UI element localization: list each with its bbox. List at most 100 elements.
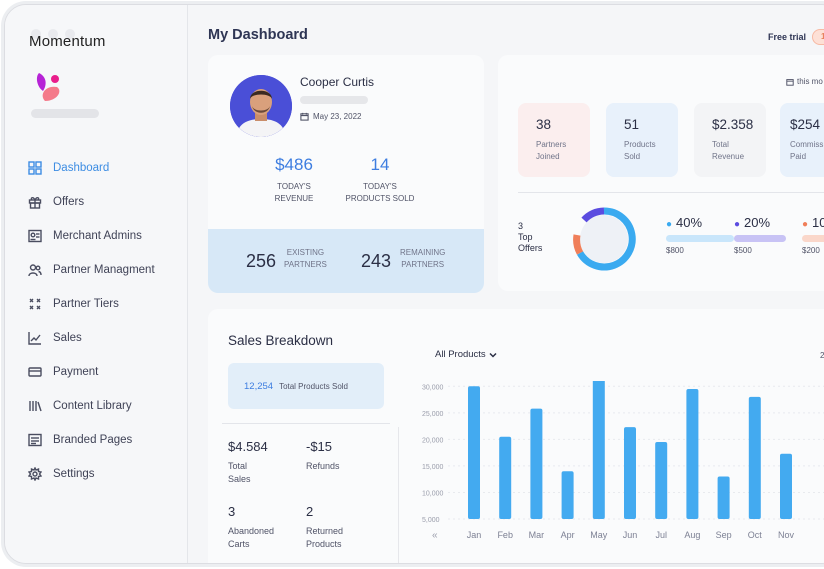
x-tick-label: Nov: [778, 530, 795, 540]
bar-jul: [655, 442, 668, 520]
offer-stat-3: ●10% $200: [802, 215, 824, 255]
offer-amount: $500: [734, 246, 752, 255]
sidebar-item-label: Settings: [53, 468, 95, 480]
x-tick-label: Sep: [716, 530, 732, 540]
y-tick-label: 20,000: [422, 437, 444, 444]
abandoned-carts-value: 3: [228, 504, 236, 519]
top-offers-text: Top: [518, 232, 533, 242]
x-tick-label: Jan: [467, 530, 482, 540]
sidebar-item-branded-pages[interactable]: Branded Pages: [27, 423, 183, 457]
remaining-partners-label: REMAINING PARTNERS: [400, 247, 445, 271]
pages-icon: [27, 432, 43, 448]
trend-chart-icon: [27, 330, 43, 346]
sidebar-item-offers[interactable]: Offers: [27, 185, 183, 219]
gift-icon: [27, 194, 43, 210]
donut-center: [580, 215, 628, 263]
offer-percent-value: 20%: [744, 215, 771, 230]
library-icon: [27, 398, 43, 414]
existing-partners-label: EXISTING PARTNERS: [284, 247, 327, 271]
todays-revenue-label: TODAY'S REVENUE: [254, 181, 334, 205]
todays-revenue-value: $486: [275, 155, 313, 174]
stat-tile-label: Partners Joined: [536, 139, 566, 163]
offer-progress-bar: [802, 235, 824, 242]
partners-summary: 256 EXISTING PARTNERS 243 REMAINING PART…: [208, 229, 484, 293]
brand-placeholder-bar: [31, 109, 99, 118]
offer-amount: $200: [802, 246, 820, 255]
x-tick-label: Jul: [655, 530, 667, 540]
returned-products-label: Returned Products: [306, 525, 343, 551]
stat-tile-label-line: Paid: [790, 152, 807, 161]
product-filter-dropdown[interactable]: All Products: [435, 349, 497, 360]
avatar[interactable]: [230, 75, 292, 137]
calendar-icon: [300, 112, 309, 121]
todays-products-label-line: TODAY'S: [363, 182, 397, 191]
total-sales-label-line: Sales: [228, 474, 251, 484]
sidebar-item-merchant-admins[interactable]: Merchant Admins: [27, 219, 183, 253]
total-sales-label: Total Sales: [228, 460, 268, 486]
bar-feb: [499, 436, 512, 520]
grid-icon: [27, 160, 43, 176]
remaining-partners-label-line: PARTNERS: [401, 260, 445, 269]
bar-sep: [717, 476, 730, 520]
offer-stat-2: ● 20% $500: [734, 215, 786, 255]
refunds-value: -$15: [306, 439, 333, 454]
stat-tile-partners-joined: 38 Partners Joined: [518, 103, 590, 177]
stat-tile-value: 38: [536, 117, 552, 132]
chevron-left-icon[interactable]: «: [432, 530, 438, 541]
brand-name: Momentum: [29, 33, 106, 50]
remaining-partners-label-line: REMAINING: [400, 248, 446, 257]
stat-tile-label-line: Total: [712, 140, 729, 149]
stat-tile-label-line: Products: [624, 140, 656, 149]
bar-mar: [530, 408, 543, 520]
id-card-icon: [27, 228, 43, 244]
y-tick-label: 15,000: [422, 464, 444, 471]
gear-icon: [27, 466, 43, 482]
total-products-sold-box: 12,254 Total Products Sold: [228, 363, 384, 409]
offer-stat-1: ● 40% $800: [666, 215, 734, 255]
monthly-stats-card: this mo 38 Partners Joined 51 Products Sol…: [498, 55, 824, 291]
stat-tile-label: Commiss Paid: [790, 139, 823, 163]
year-selector[interactable]: 20: [820, 351, 824, 360]
sidebar-item-payment[interactable]: Payment: [27, 355, 183, 389]
total-products-sold-value: 12,254: [244, 380, 274, 392]
trial-days-badge[interactable]: 12: [812, 29, 824, 45]
product-filter-label: All Products: [435, 349, 486, 360]
stat-tile-label-line: Revenue: [712, 152, 745, 161]
sidebar-item-label: Partner Managment: [53, 264, 155, 276]
sidebar-item-sales[interactable]: Sales: [27, 321, 183, 355]
sales-divider: [222, 423, 390, 424]
total-sales-value: $4.584: [228, 439, 268, 454]
todays-revenue-label-line: TODAY'S: [277, 182, 311, 191]
sidebar-item-label: Merchant Admins: [53, 230, 142, 242]
bar-may: [592, 381, 605, 520]
top-offers-count: 3: [518, 221, 524, 231]
donut-segment-3: [573, 234, 584, 255]
stat-tile-products-sold: 51 Products Sold: [606, 103, 678, 177]
date-range-selector[interactable]: this mo: [786, 77, 823, 86]
sidebar-item-label: Branded Pages: [53, 434, 133, 446]
stats-divider: [518, 192, 824, 193]
sidebar-item-content-library[interactable]: Content Library: [27, 389, 183, 423]
free-trial-label: Free trial: [768, 32, 807, 42]
remaining-partners-value: 243: [361, 251, 392, 271]
total-products-sold-label: Total Products Sold: [279, 381, 348, 391]
sidebar-item-label: Dashboard: [53, 162, 110, 174]
sales-breakdown-card: Sales Breakdown 12,254 Total Products So…: [208, 309, 824, 563]
todays-revenue-label-line: REVENUE: [274, 194, 314, 203]
returned-products-label-line: Returned: [306, 526, 344, 536]
total-sales-label-line: Total: [228, 461, 248, 471]
avatar-portrait: [230, 75, 292, 137]
profile-card: Cooper Curtis May 23, 2022 $486 TODAY'S …: [208, 55, 484, 293]
bullet-icon: ●: [734, 219, 741, 230]
bar-jan: [468, 386, 480, 520]
sidebar-item-dashboard[interactable]: Dashboard: [27, 151, 183, 185]
profile-name: Cooper Curtis: [300, 75, 375, 89]
sidebar-item-partner-tiers[interactable]: Partner Tiers: [27, 287, 183, 321]
sidebar-item-settings[interactable]: Settings: [27, 457, 183, 491]
sidebar-item-label: Payment: [53, 366, 99, 378]
stat-tile-label: Products Sold: [624, 139, 656, 163]
sidebar-item-partner-management[interactable]: Partner Managment: [27, 253, 183, 287]
existing-partners-label-line: EXISTING: [286, 248, 325, 257]
stat-tile-commission-paid: $254 Commiss Paid: [780, 103, 824, 177]
x-tick-label: May: [590, 530, 608, 540]
